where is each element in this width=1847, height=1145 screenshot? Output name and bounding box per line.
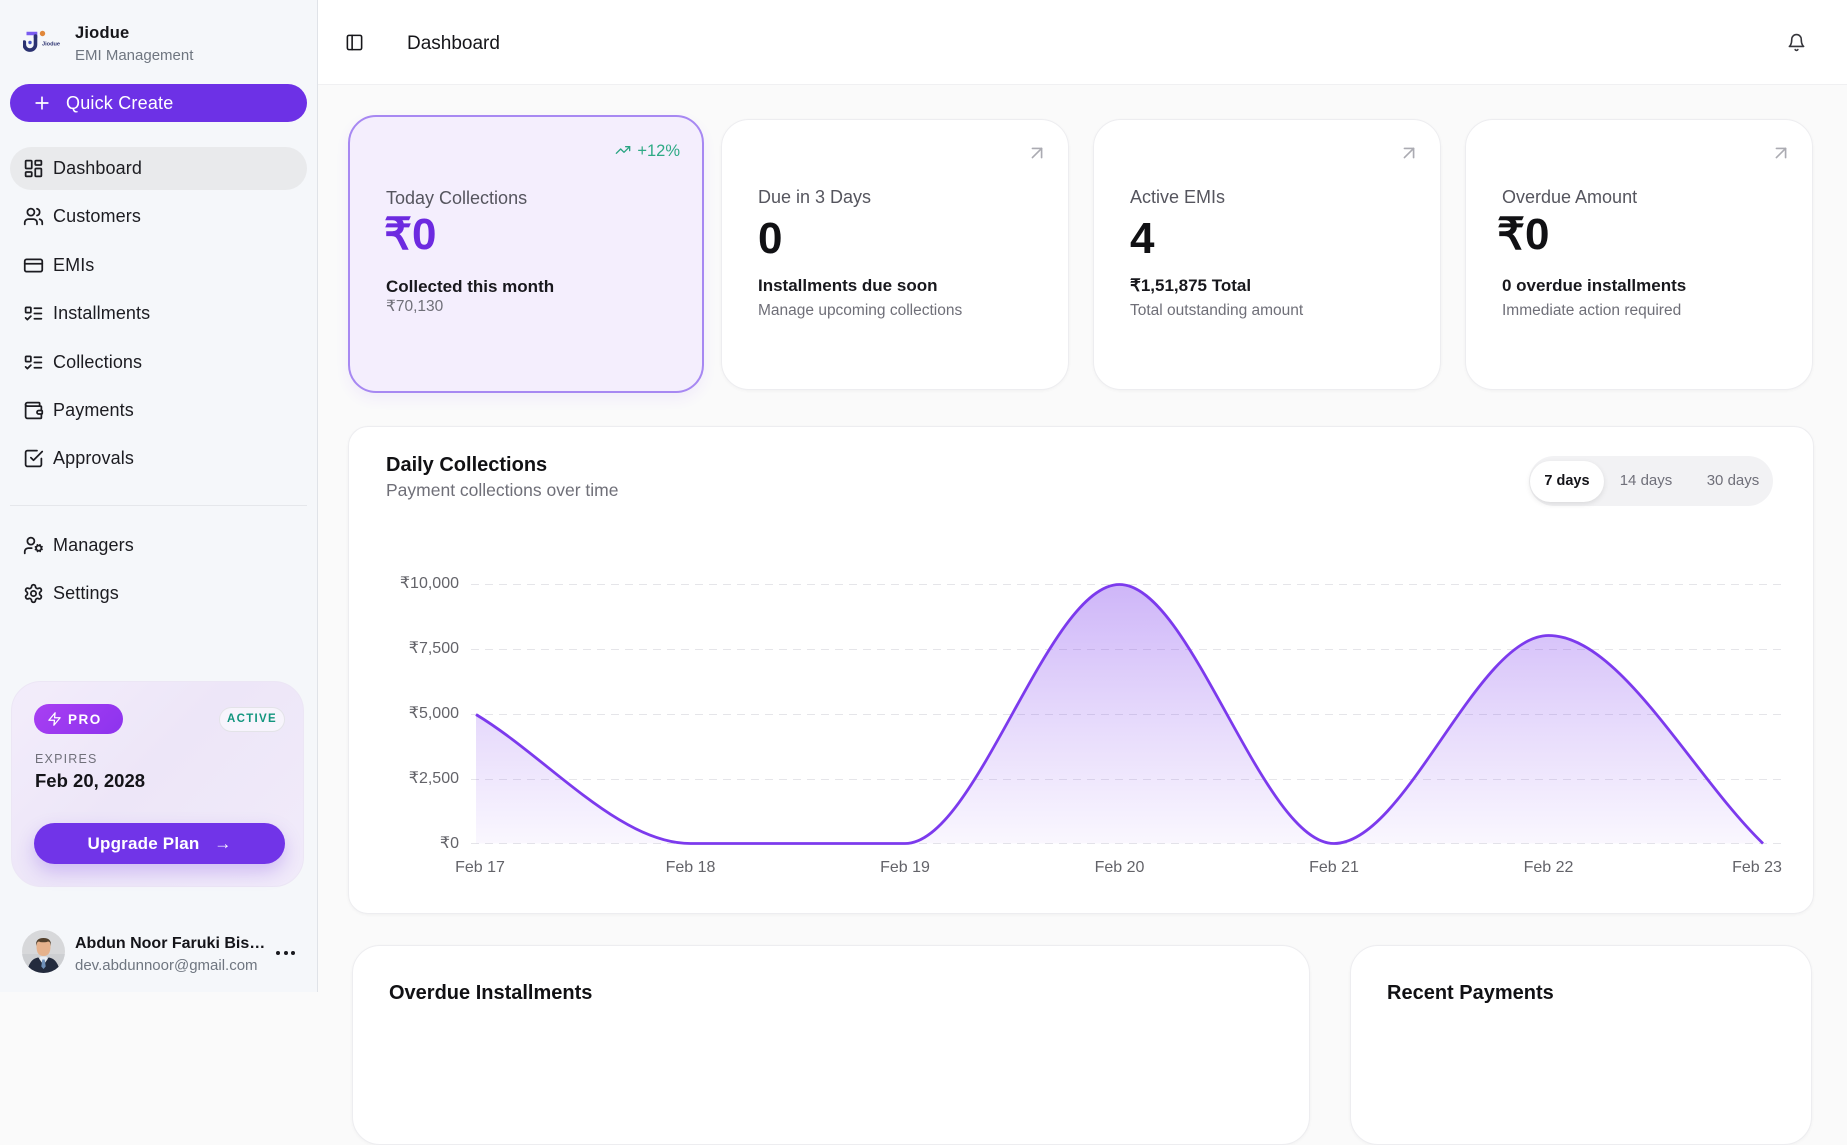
svg-text:Jiodue: Jiodue bbox=[42, 42, 60, 48]
